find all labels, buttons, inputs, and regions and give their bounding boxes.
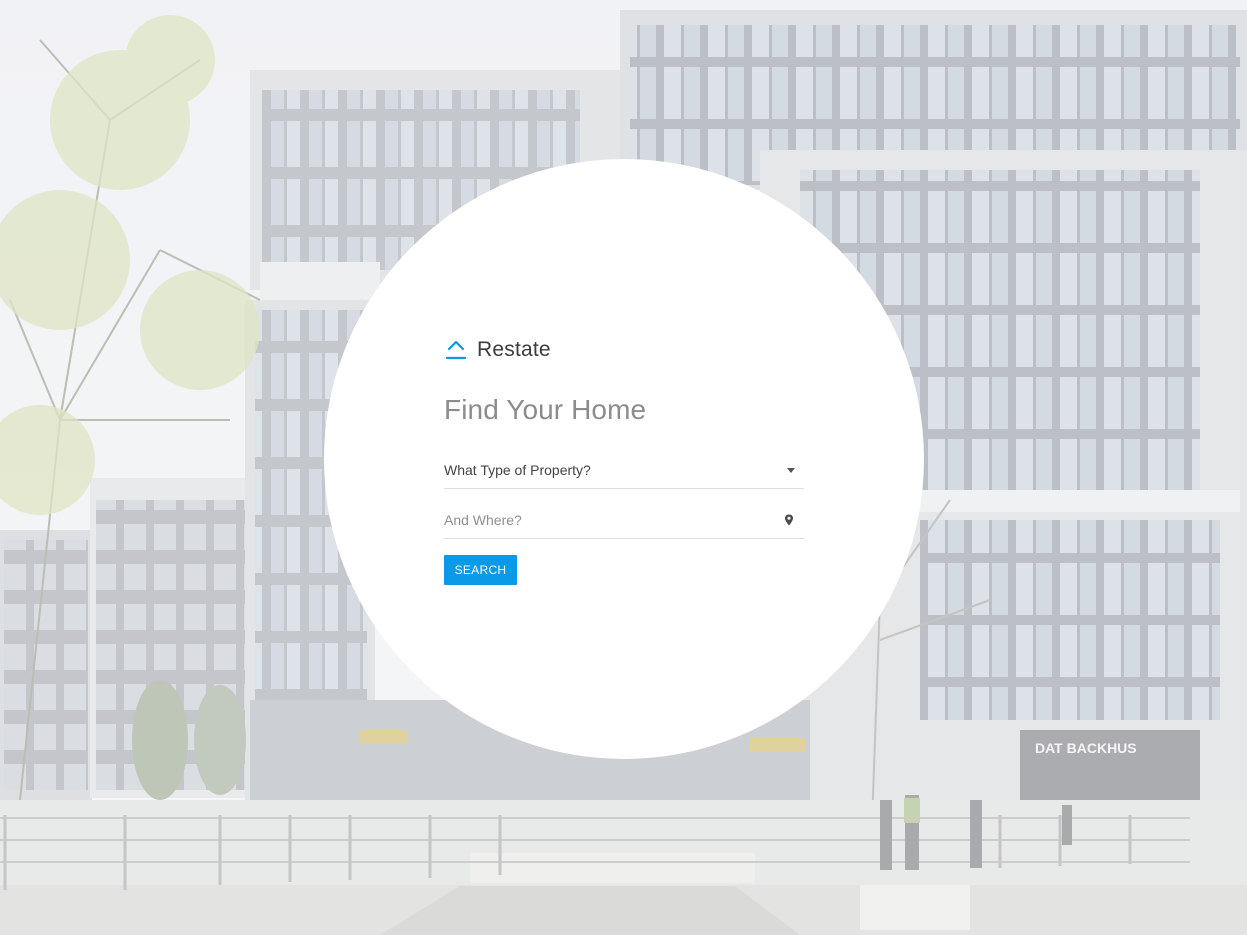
property-type-value: What Type of Property? [444, 462, 591, 478]
search-card: Restate Find Your Home What Type of Prop… [444, 334, 804, 585]
brand-name: Restate [477, 338, 551, 361]
brand-logo[interactable]: Restate [444, 334, 804, 366]
map-pin-icon [785, 514, 793, 526]
property-type-select[interactable]: What Type of Property? [444, 452, 804, 489]
chevron-down-icon[interactable] [787, 468, 795, 473]
page-title: Find Your Home [444, 394, 647, 425]
location-placeholder: And Where? [444, 512, 522, 528]
location-input[interactable]: And Where? [444, 502, 804, 539]
search-button[interactable]: SEARCH [444, 555, 517, 585]
house-roof-icon [445, 340, 467, 360]
